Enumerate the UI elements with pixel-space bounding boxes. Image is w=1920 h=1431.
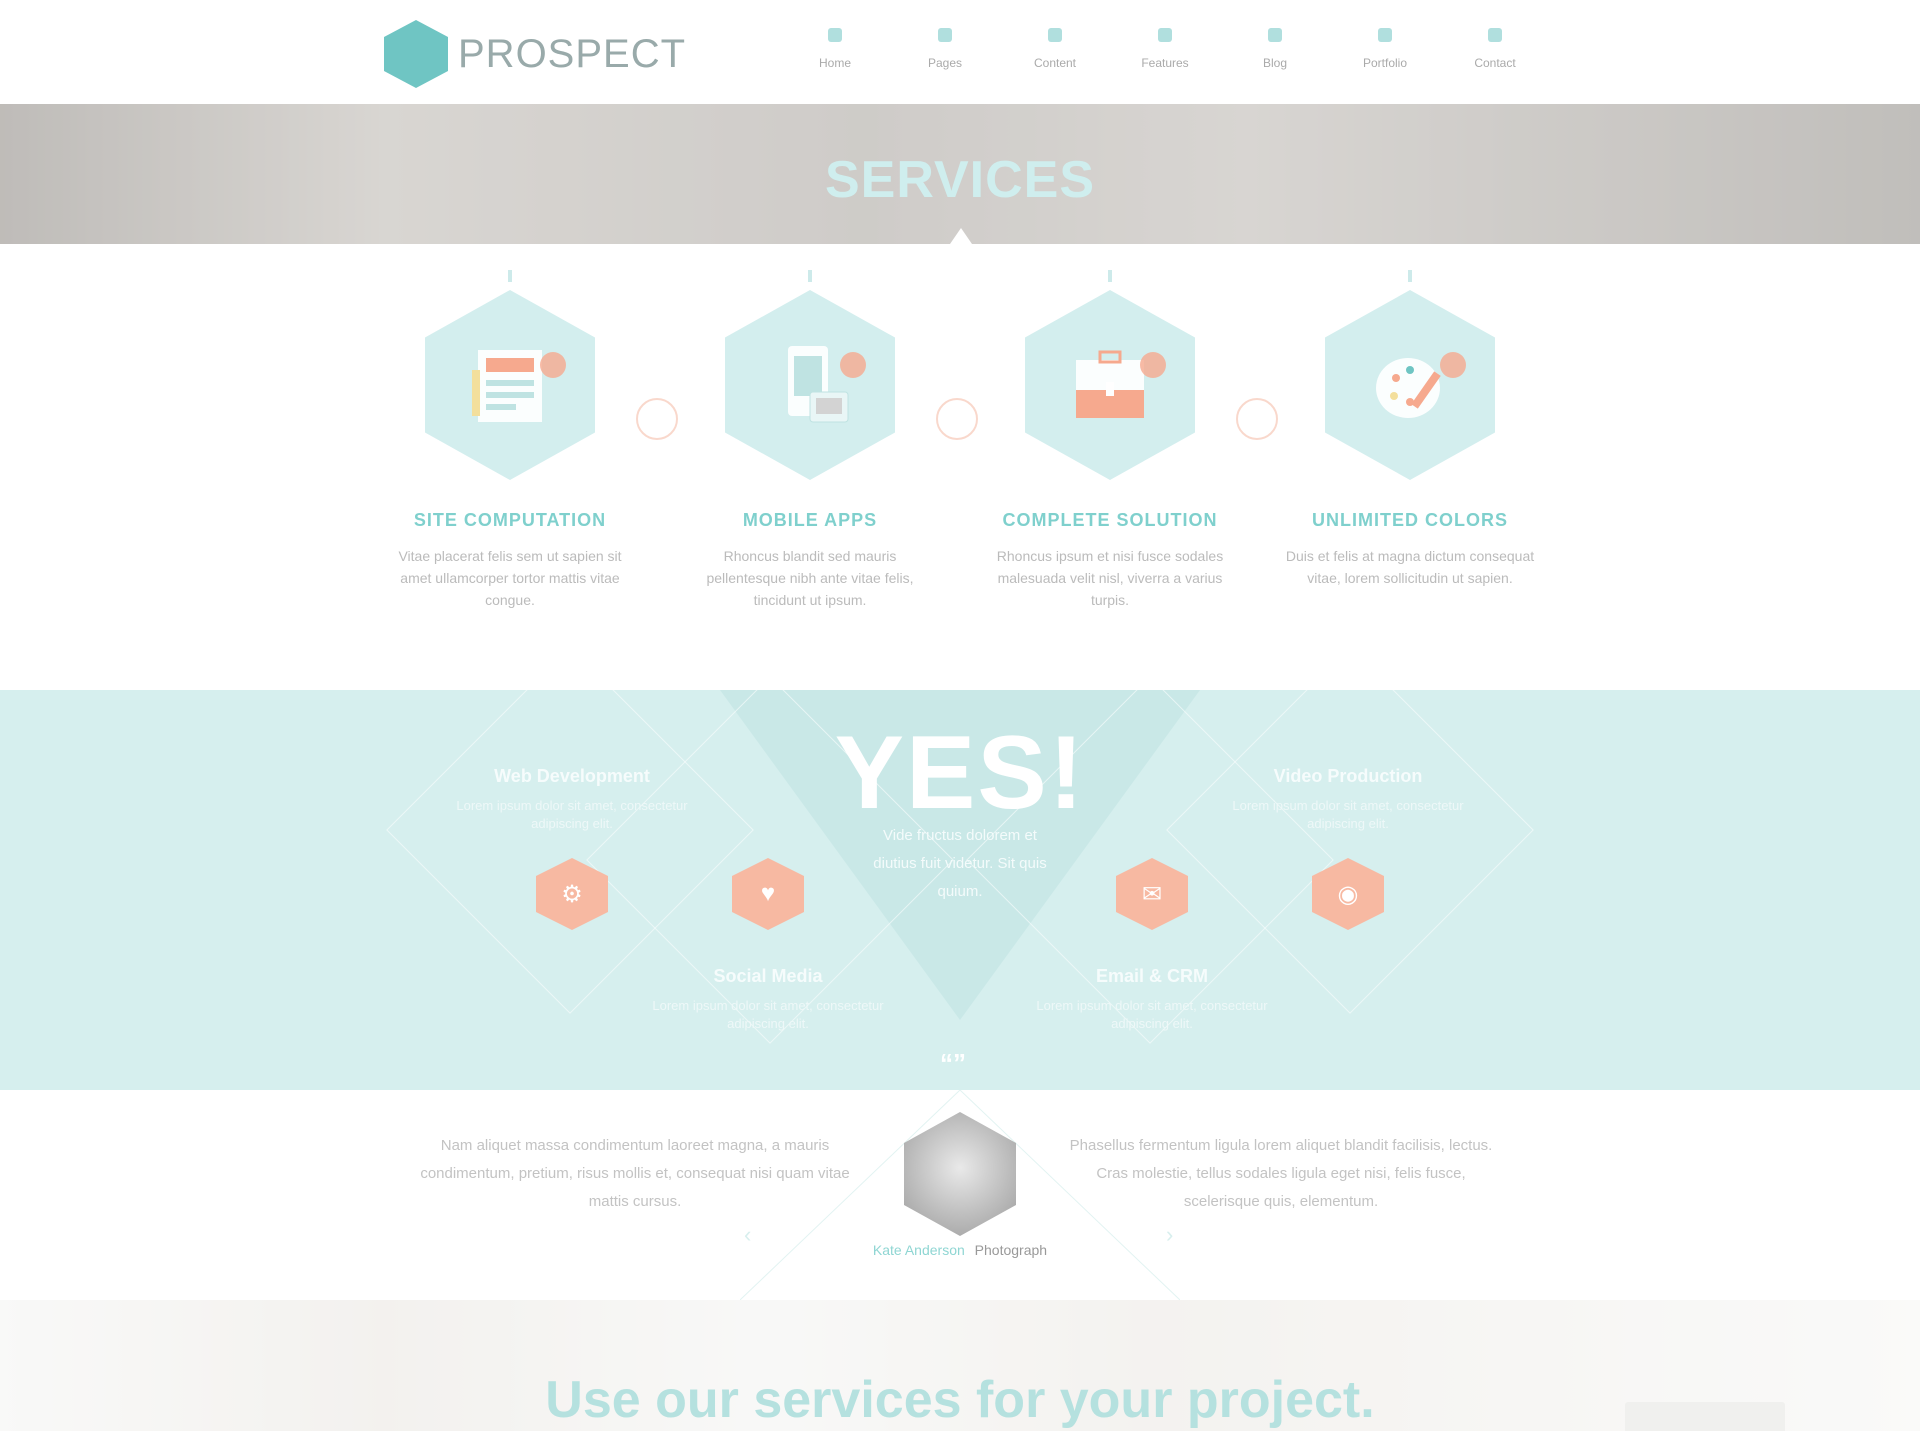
services-band: YES! Vide fructus dolorem et diutius fui… xyxy=(0,646,1920,1090)
features-icon xyxy=(1158,28,1172,42)
feature-title: MOBILE APPS xyxy=(742,510,878,530)
site-header: PROSPECT Home Pages Content Features Blo… xyxy=(0,0,1920,104)
testimonial-section: Nam aliquet massa condimentum laoreet ma… xyxy=(0,1090,1920,1300)
pin-icon xyxy=(1408,270,1412,282)
nav-label: Contact xyxy=(1474,56,1516,70)
portfolio-icon xyxy=(1378,28,1392,42)
feature-badge-icon xyxy=(540,352,566,378)
feature-unlimited-colors: UNLIMITED COLORS Duis et felis at magna … xyxy=(1280,270,1540,589)
pages-icon xyxy=(938,28,952,42)
feature-title: COMPLETE SOLUTION xyxy=(1002,510,1218,530)
feature-text: Rhoncus ipsum et nisi fusce sodales male… xyxy=(996,548,1224,608)
newspaper-illustration-icon xyxy=(425,290,595,480)
testimonial-quote-right: Phasellus fermentum ligula lorem aliquet… xyxy=(1069,1137,1493,1210)
page-title: SERVICES xyxy=(824,151,1096,209)
pin-icon xyxy=(1108,270,1112,282)
nav-label: Blog xyxy=(1262,56,1288,70)
main-nav: Home Pages Content Features Blog Portfol… xyxy=(780,28,1550,70)
contact-icon xyxy=(1488,28,1502,42)
feature-text: Duis et felis at magna dictum consequat … xyxy=(1285,548,1535,586)
service-title: Web Development xyxy=(494,766,650,786)
service-email-crm: Email & CRM Lorem ipsum dolor sit amet, … xyxy=(1022,966,1282,1033)
nav-item-pages[interactable]: Pages xyxy=(890,28,1000,70)
nav-item-content[interactable]: Content xyxy=(1000,28,1110,70)
cta-section: Use our services for your project. xyxy=(0,1300,1920,1431)
page-title-banner: SERVICES xyxy=(0,104,1920,244)
blog-icon xyxy=(1268,28,1282,42)
logo[interactable]: PROSPECT xyxy=(384,20,686,88)
nav-item-contact[interactable]: Contact xyxy=(1440,28,1550,70)
home-icon xyxy=(828,28,842,42)
features-row: SITE COMPUTATION Vitae placerat felis se… xyxy=(380,270,1540,630)
logo-text: PROSPECT xyxy=(458,31,687,76)
feature-mobile-apps: MOBILE APPS Rhoncus blandit sed mauris p… xyxy=(680,270,940,611)
content-icon xyxy=(1048,28,1062,42)
banner-pointer-icon xyxy=(950,228,972,244)
connector-icon xyxy=(636,398,678,440)
service-text: Lorem ipsum dolor sit amet, consectetur … xyxy=(1232,798,1464,831)
service-text: Lorem ipsum dolor sit amet, consectetur … xyxy=(652,998,884,1031)
service-title: Video Production xyxy=(1273,766,1423,786)
feature-title: SITE COMPUTATION xyxy=(413,510,607,530)
service-text: Lorem ipsum dolor sit amet, consectetur … xyxy=(456,798,688,831)
feature-title: UNLIMITED COLORS xyxy=(1312,510,1508,530)
testimonial-author: Kate Anderson Photograph xyxy=(0,1242,1920,1258)
pin-icon xyxy=(508,270,512,282)
next-arrow-icon[interactable]: › xyxy=(1166,1222,1173,1248)
service-title: Email & CRM xyxy=(1095,966,1209,986)
services-page: PROSPECT Home Pages Content Features Blo… xyxy=(0,0,1920,1431)
logo-hexagon-icon xyxy=(384,20,448,88)
cta-button[interactable] xyxy=(1625,1402,1785,1431)
feature-badge-icon xyxy=(840,352,866,378)
nav-label: Content xyxy=(1033,56,1077,70)
feature-badge-icon xyxy=(1140,352,1166,378)
nav-item-home[interactable]: Home xyxy=(780,28,890,70)
feature-site-computation: SITE COMPUTATION Vitae placerat felis se… xyxy=(380,270,640,611)
feature-text: Vitae placerat felis sem ut sapien sit a… xyxy=(398,548,622,608)
connector-icon xyxy=(936,398,978,440)
author-name: Kate Anderson xyxy=(872,1242,965,1258)
testimonial-quote-left: Nam aliquet massa condimentum laoreet ma… xyxy=(420,1137,850,1210)
pin-icon xyxy=(808,270,812,282)
service-title: Social Media xyxy=(713,966,823,986)
connector-icon xyxy=(1236,398,1278,440)
nav-item-portfolio[interactable]: Portfolio xyxy=(1330,28,1440,70)
prev-arrow-icon[interactable]: ‹ xyxy=(744,1222,751,1248)
author-role: Photograph xyxy=(974,1242,1048,1258)
yes-text: Vide fructus dolorem et diutius fuit vid… xyxy=(873,827,1047,900)
service-social-media: Social Media Lorem ipsum dolor sit amet,… xyxy=(638,966,898,1033)
nav-label: Features xyxy=(1141,56,1189,70)
feature-text: Rhoncus blandit sed mauris pellentesque … xyxy=(706,548,914,608)
quote-marks-icon: “” xyxy=(940,1048,966,1078)
nav-label: Pages xyxy=(927,56,963,70)
nav-label: Home xyxy=(818,56,851,70)
yes-heading: YES! xyxy=(834,715,1086,831)
service-video-production: Video Production Lorem ipsum dolor sit a… xyxy=(1218,766,1478,833)
service-text: Lorem ipsum dolor sit amet, consectetur … xyxy=(1036,998,1268,1031)
service-web-development: Web Development Lorem ipsum dolor sit am… xyxy=(442,766,702,833)
toolbox-illustration-icon xyxy=(1025,290,1195,480)
feature-badge-icon xyxy=(1440,352,1466,378)
palette-illustration-icon xyxy=(1325,290,1495,480)
feature-complete-solution: COMPLETE SOLUTION Rhoncus ipsum et nisi … xyxy=(980,270,1240,611)
nav-item-blog[interactable]: Blog xyxy=(1220,28,1330,70)
mobile-devices-illustration-icon xyxy=(725,290,895,480)
nav-label: Portfolio xyxy=(1362,56,1408,70)
nav-item-features[interactable]: Features xyxy=(1110,28,1220,70)
